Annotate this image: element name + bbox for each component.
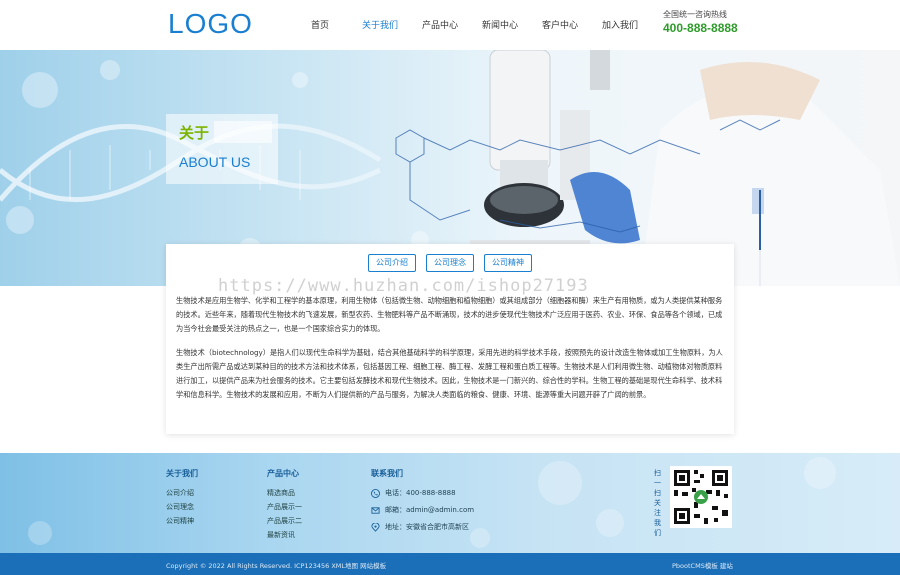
footer-link-featured[interactable]: 精选商品: [267, 488, 302, 498]
footer-contact-column: 联系我们 电话：400-888-8888 邮箱：admin@admin.com …: [371, 468, 474, 539]
tab-company-philosophy[interactable]: 公司理念: [426, 254, 474, 272]
footer-bottom-links[interactable]: PbootCMS模板 建站: [672, 560, 733, 570]
qr-caption: 扫一扫关注我们: [654, 469, 661, 537]
footer-bottom-bar: [0, 553, 900, 575]
footer-contact-title: 联系我们: [371, 469, 403, 478]
about-paragraph-1: 生物技术是应用生物学、化学和工程学的基本原理，利用生物体（包括微生物、动物细胞和…: [176, 296, 723, 333]
watermark-text: https://www.huzhan.com/ishop27193: [218, 276, 589, 296]
nav-item-join[interactable]: 加入我们: [590, 18, 650, 31]
banner-title-en: ABOUT US: [179, 154, 251, 170]
hotline-phone: 400-888-8888: [663, 21, 738, 35]
footer-products-title: 产品中心: [267, 469, 299, 478]
footer-about-title: 关于我们: [166, 469, 198, 478]
nav-item-home[interactable]: 首页: [290, 18, 350, 31]
main-nav: 首页 关于我们 产品中心 新闻中心 客户中心 加入我们: [290, 18, 650, 31]
footer-address: 地址：安徽省合肥市高新区: [385, 523, 469, 531]
copyright-text: Copyright © 2022 All Rights Reserved. IC…: [166, 562, 387, 570]
site-logo[interactable]: LOGO: [168, 8, 253, 40]
content-card: [166, 244, 734, 434]
hotline: 全国统一咨询热线 400-888-8888: [663, 9, 738, 35]
footer-address-row: 地址：安徽省合肥市高新区: [371, 522, 474, 532]
footer-link-company-philosophy[interactable]: 公司理念: [166, 502, 198, 512]
footer-phone-row: 电话：400-888-8888: [371, 488, 474, 498]
location-icon: [371, 522, 380, 532]
footer-link-company-intro[interactable]: 公司介绍: [166, 488, 198, 498]
about-paragraph-2: 生物技术（biotechnology）是指人们以现代生命科学为基础，结合其他基础…: [176, 348, 723, 399]
email-icon: [371, 506, 380, 514]
site-header: LOGO 首页 关于我们 产品中心 新闻中心 客户中心 加入我们 全国统一咨询热…: [0, 0, 900, 50]
footer-link-products-2[interactable]: 产品展示二: [267, 516, 302, 526]
tab-company-spirit[interactable]: 公司精神: [484, 254, 532, 272]
banner-title-highlight: [214, 121, 272, 143]
footer-products-column: 产品中心 精选商品 产品展示一 产品展示二 最新资讯: [267, 468, 302, 544]
about-tabs: 公司介绍 公司理念 公司精神: [368, 254, 532, 272]
banner-title-cn: 关于: [179, 124, 210, 142]
footer-link-latest-news[interactable]: 最新资讯: [267, 530, 302, 540]
footer-email-row: 邮箱：admin@admin.com: [371, 505, 474, 515]
footer-link-company-spirit[interactable]: 公司精神: [166, 516, 198, 526]
footer-link-products-1[interactable]: 产品展示一: [267, 502, 302, 512]
nav-item-news[interactable]: 新闻中心: [470, 18, 530, 31]
phone-icon: [371, 488, 380, 498]
nav-item-about[interactable]: 关于我们: [350, 18, 410, 31]
nav-item-products[interactable]: 产品中心: [410, 18, 470, 31]
qr-code: [670, 466, 732, 528]
footer-about-column: 关于我们 公司介绍 公司理念 公司精神: [166, 468, 198, 530]
hotline-label: 全国统一咨询热线: [663, 10, 727, 19]
qr-code-icon: [670, 466, 732, 528]
footer-email[interactable]: 邮箱：admin@admin.com: [385, 505, 474, 515]
footer-phone: 电话：400-888-8888: [385, 489, 456, 497]
tab-company-intro[interactable]: 公司介绍: [368, 254, 416, 272]
nav-item-customers[interactable]: 客户中心: [530, 18, 590, 31]
